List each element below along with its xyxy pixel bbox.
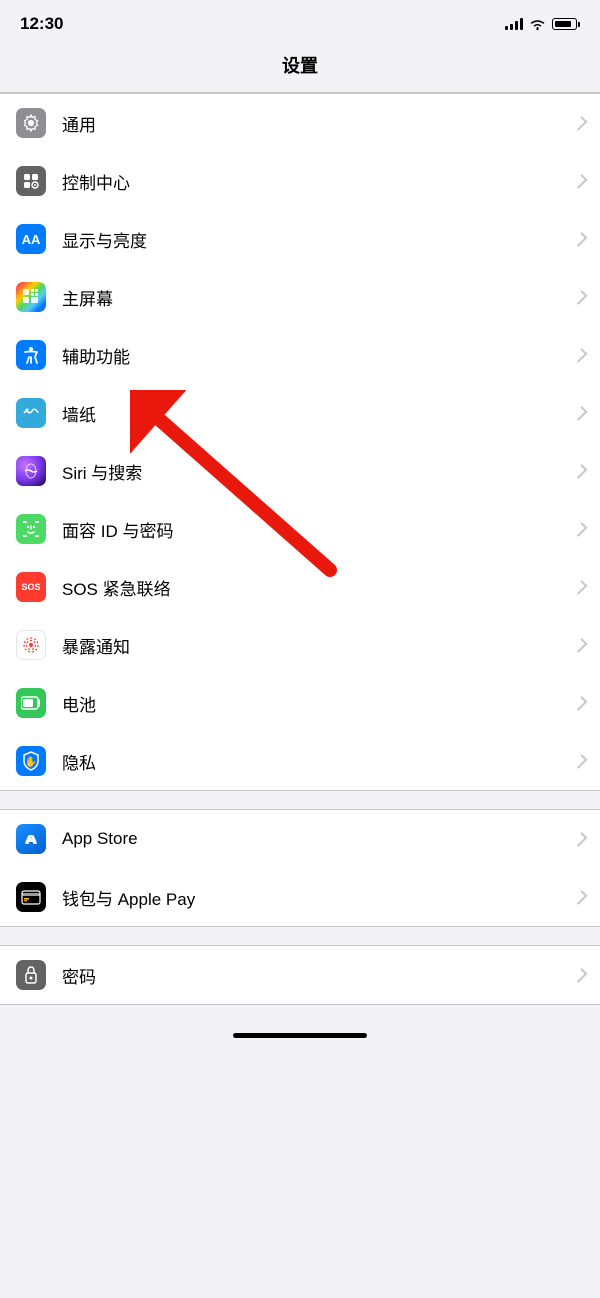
passwords-icon <box>16 960 46 990</box>
section-spacer-1 <box>0 791 600 809</box>
exposure-icon <box>16 630 46 660</box>
siri-icon <box>16 456 46 486</box>
section-spacer-2 <box>0 927 600 945</box>
settings-item-passwords[interactable]: 密码 <box>0 946 600 1004</box>
settings-item-privacy[interactable]: ✋ 隐私 <box>0 732 600 790</box>
settings-item-general[interactable]: 通用 <box>0 94 600 152</box>
status-icons <box>505 18 580 31</box>
status-bar: 12:30 <box>0 0 600 42</box>
control-center-label: 控制中心 <box>62 169 568 194</box>
control-center-icon <box>16 166 46 196</box>
battery-icon <box>552 18 580 30</box>
wallet-label: 钱包与 Apple Pay <box>62 885 568 910</box>
settings-item-battery[interactable]: 电池 <box>0 674 600 732</box>
homescreen-icon <box>16 282 46 312</box>
settings-item-accessibility[interactable]: 辅助功能 <box>0 326 600 384</box>
settings-item-exposure[interactable]: 暴露通知 <box>0 616 600 674</box>
sos-label: SOS 紧急联络 <box>62 575 568 600</box>
passwords-label: 密码 <box>62 963 568 988</box>
display-icon: AA <box>16 224 46 254</box>
general-icon <box>16 108 46 138</box>
settings-item-appstore[interactable]: A App Store <box>0 810 600 868</box>
page-title: 设置 <box>0 42 600 93</box>
home-indicator <box>233 1033 367 1038</box>
signal-icon <box>505 18 523 30</box>
wifi-icon <box>529 18 546 31</box>
battery-label: 电池 <box>62 691 568 716</box>
wallpaper-label: 墙纸 <box>62 401 568 426</box>
bottom-padding <box>0 1005 600 1025</box>
settings-item-sos[interactable]: SOS SOS 紧急联络 <box>0 558 600 616</box>
wallpaper-icon <box>16 398 46 428</box>
accessibility-label: 辅助功能 <box>62 343 568 368</box>
settings-group-3: 密码 <box>0 945 600 1005</box>
settings-item-faceid[interactable]: 面容 ID 与密码 <box>0 500 600 558</box>
battery-settings-icon <box>16 688 46 718</box>
chevron-icon <box>573 464 588 479</box>
appstore-icon: A <box>16 824 46 854</box>
privacy-label: 隐私 <box>62 749 568 774</box>
svg-text:✋: ✋ <box>25 755 37 768</box>
chevron-icon <box>573 116 588 131</box>
wallet-icon <box>16 882 46 912</box>
general-label: 通用 <box>62 111 568 136</box>
chevron-icon <box>573 638 588 653</box>
settings-item-wallpaper[interactable]: 墙纸 <box>0 384 600 442</box>
chevron-icon <box>573 406 588 421</box>
homescreen-label: 主屏幕 <box>62 285 568 310</box>
chevron-icon <box>573 832 588 847</box>
settings-group-2: A App Store 钱包与 Apple Pay <box>0 809 600 927</box>
faceid-label: 面容 ID 与密码 <box>62 517 568 542</box>
appstore-label: App Store <box>62 829 568 849</box>
exposure-label: 暴露通知 <box>62 633 568 658</box>
settings-group-1: 通用 控制中心 AA 显示与亮度 <box>0 93 600 791</box>
settings-item-control-center[interactable]: 控制中心 <box>0 152 600 210</box>
settings-item-display[interactable]: AA 显示与亮度 <box>0 210 600 268</box>
chevron-icon <box>573 968 588 983</box>
chevron-icon <box>573 348 588 363</box>
sos-icon: SOS <box>16 572 46 602</box>
settings-item-homescreen[interactable]: 主屏幕 <box>0 268 600 326</box>
accessibility-icon <box>16 340 46 370</box>
siri-label: Siri 与搜索 <box>62 459 568 484</box>
settings-item-wallet[interactable]: 钱包与 Apple Pay <box>0 868 600 926</box>
chevron-icon <box>573 890 588 905</box>
chevron-icon <box>573 290 588 305</box>
status-time: 12:30 <box>20 14 63 34</box>
privacy-icon: ✋ <box>16 746 46 776</box>
display-label: 显示与亮度 <box>62 227 568 252</box>
chevron-icon <box>573 754 588 769</box>
chevron-icon <box>573 696 588 711</box>
chevron-icon <box>573 174 588 189</box>
chevron-icon <box>573 232 588 247</box>
home-bar <box>0 1025 600 1042</box>
faceid-icon <box>16 514 46 544</box>
chevron-icon <box>573 522 588 537</box>
chevron-icon <box>573 580 588 595</box>
settings-item-siri[interactable]: Siri 与搜索 <box>0 442 600 500</box>
